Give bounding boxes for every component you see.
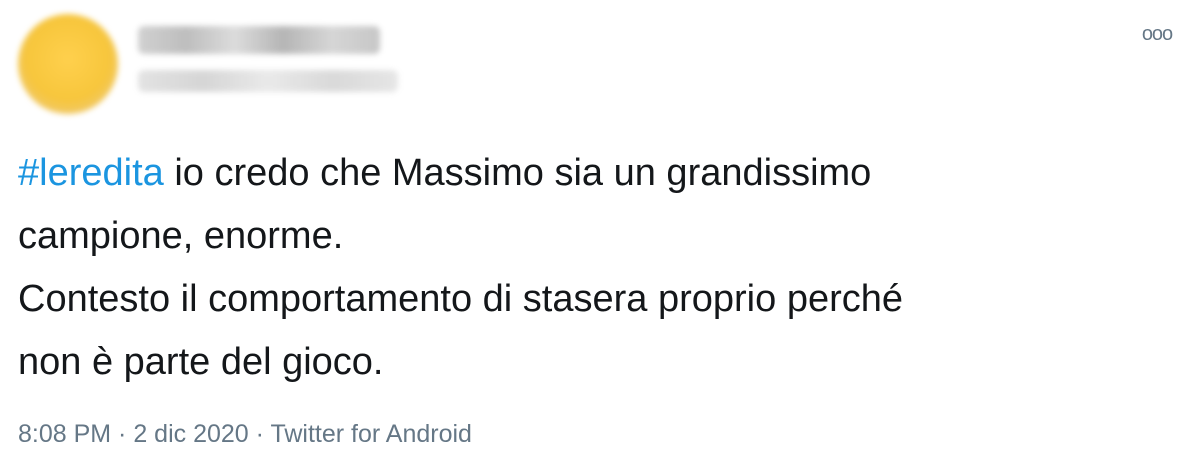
meta-separator-2: · xyxy=(248,420,271,448)
meta-separator: · xyxy=(111,420,134,448)
tweet-source[interactable]: Twitter for Android xyxy=(270,420,471,448)
display-name-redacted[interactable] xyxy=(138,26,380,54)
tweet-text-line1: io credo che Massimo sia un grandissimo xyxy=(163,152,872,194)
tweet-text: #leredita io credo che Massimo sia un gr… xyxy=(18,142,1178,394)
username-redacted[interactable] xyxy=(138,70,398,92)
more-options-icon[interactable]: ooo xyxy=(1140,24,1174,44)
hashtag-link[interactable]: #leredita xyxy=(18,152,164,194)
tweet-card: ooo #leredita io credo che Massimo sia u… xyxy=(0,0,1200,450)
tweet-date[interactable]: 2 dic 2020 xyxy=(133,420,248,448)
tweet-text-rest: campione, enorme. Contesto il comportame… xyxy=(18,215,904,383)
avatar[interactable] xyxy=(18,14,118,114)
tweet-meta: 8:08 PM · 2 dic 2020 · Twitter for Andro… xyxy=(18,418,472,450)
tweet-time[interactable]: 8:08 PM xyxy=(18,420,111,448)
